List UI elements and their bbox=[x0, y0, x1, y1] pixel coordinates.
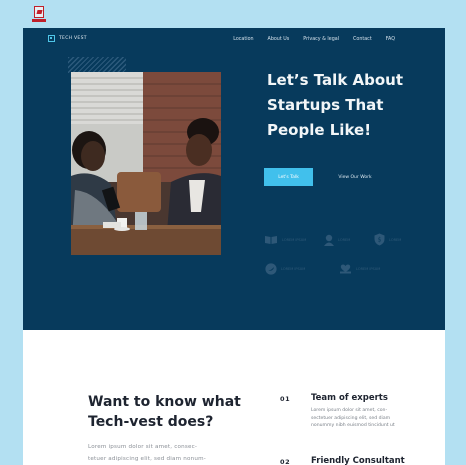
nav-link-faq[interactable]: FAQ bbox=[386, 37, 395, 42]
service-title: Friendly Consultant bbox=[311, 456, 405, 465]
service-title: Team of experts bbox=[311, 393, 388, 403]
about-title: Want to know what Tech-vest does? bbox=[88, 392, 248, 432]
decorative-stripes bbox=[68, 57, 126, 73]
service-description-line: Lorem ipsum dolor sit amet, con- bbox=[311, 408, 388, 413]
nav-link-about-us[interactable]: About Us bbox=[268, 37, 290, 42]
about-text-line-1: Lorem ipsum dolor sit amet, consec- bbox=[88, 444, 198, 450]
hero-photo bbox=[71, 72, 221, 255]
lets-talk-button[interactable]: Let's Talk bbox=[264, 168, 313, 186]
view-our-work-button[interactable]: View Our Work bbox=[335, 168, 375, 186]
feature-item: LOREM bbox=[324, 234, 350, 246]
about-section: Want to know what Tech-vest does? Lorem … bbox=[23, 330, 445, 465]
book-icon bbox=[265, 236, 277, 244]
feature-item: LOREM IPSUM bbox=[265, 263, 305, 275]
about-title-line-1: Want to know what bbox=[88, 394, 241, 410]
nav-link-privacy[interactable]: Privacy & legal bbox=[303, 37, 339, 42]
feature-label: LOREM IPSUM bbox=[281, 267, 306, 271]
shield-icon: $ bbox=[374, 233, 385, 246]
service-number: 01 bbox=[280, 395, 291, 403]
nav-link-contact[interactable]: Contact bbox=[353, 37, 372, 42]
feature-item: LOREM IPSUM bbox=[264, 235, 306, 245]
heart-hands-icon bbox=[340, 264, 351, 274]
website-page: TECH VEST Location About Us Privacy & le… bbox=[23, 28, 445, 465]
hero-title-line-1: Let’s Talk About bbox=[267, 71, 404, 89]
user-icon bbox=[324, 234, 334, 246]
feature-item: LOREM IPSUM bbox=[339, 263, 380, 274]
service-description: Lorem ipsum dolor sit amet, con- sectetu… bbox=[311, 407, 421, 430]
feature-label: LOREM bbox=[389, 237, 402, 242]
corner-logo-icon bbox=[32, 6, 46, 24]
service-number: 02 bbox=[280, 458, 291, 465]
svg-text:$: $ bbox=[378, 237, 382, 244]
hero-title-line-3: People Like! bbox=[267, 121, 372, 139]
about-text: Lorem ipsum dolor sit amet, consec- tetu… bbox=[88, 441, 238, 465]
bird-icon bbox=[265, 263, 277, 275]
nav-link-location[interactable]: Location bbox=[233, 37, 253, 42]
feature-label: LOREM IPSUM bbox=[356, 266, 381, 271]
logo-mark-icon bbox=[48, 35, 55, 42]
feature-label: LOREM IPSUM bbox=[282, 238, 307, 242]
site-logo[interactable]: TECH VEST bbox=[48, 35, 87, 42]
feature-item: $ LOREM bbox=[374, 233, 401, 246]
main-nav: Location About Us Privacy & legal Contac… bbox=[219, 37, 395, 42]
about-text-line-2: tetuer adipiscing elit, sed diam nonum- bbox=[88, 456, 207, 462]
hero-section: TECH VEST Location About Us Privacy & le… bbox=[23, 28, 445, 330]
hero-title-line-2: Startups That bbox=[267, 96, 384, 114]
service-description-line: nonummy nibh euismod tincidunt ut bbox=[311, 423, 395, 428]
about-title-line-2: Tech-vest does? bbox=[88, 414, 214, 430]
hero-title: Let’s Talk About Startups That People Li… bbox=[267, 68, 437, 143]
brand-name: TECH VEST bbox=[59, 36, 87, 41]
feature-label: LOREM bbox=[338, 238, 351, 242]
service-description-line: sectetuer adipiscing elit, sed diam bbox=[311, 415, 391, 421]
